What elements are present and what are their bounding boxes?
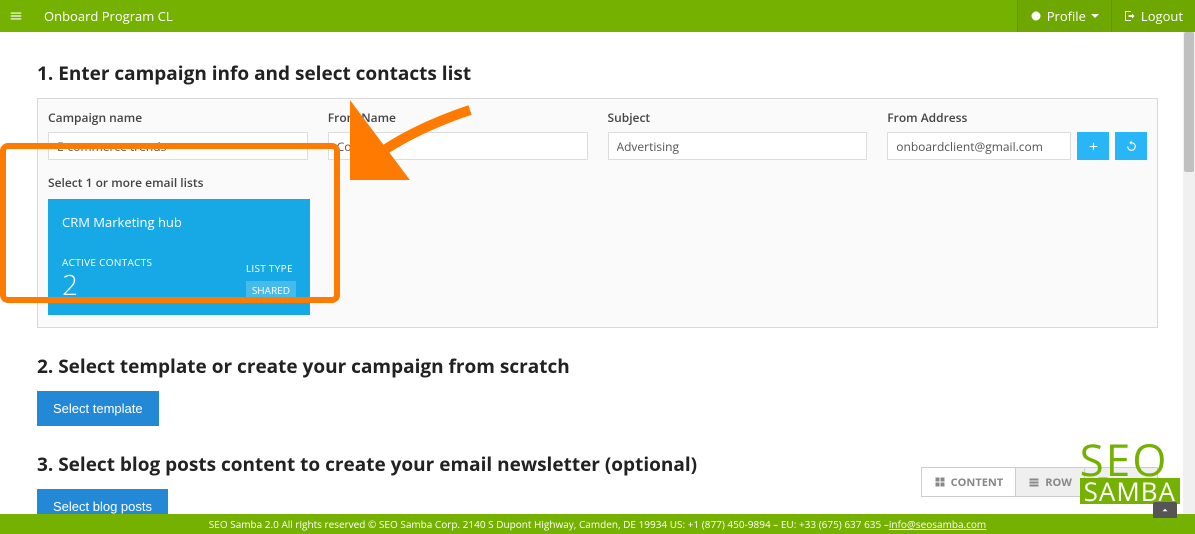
- profile-menu[interactable]: Profile: [1017, 0, 1111, 32]
- email-list-card[interactable]: CRM Marketing hub ACTIVE CONTACTS 2 LIST…: [48, 199, 310, 315]
- select-blog-posts-button[interactable]: Select blog posts: [37, 489, 168, 517]
- subject-input[interactable]: [608, 132, 868, 160]
- campaign-name-input[interactable]: [48, 132, 308, 160]
- refresh-icon: [1125, 140, 1138, 153]
- from-address-select[interactable]: onboardclient@gmail.com: [887, 132, 1071, 160]
- topbar: Onboard Program CL Profile Logout: [0, 0, 1195, 32]
- refresh-address-button[interactable]: [1115, 132, 1147, 160]
- section-1-heading: 1. Enter campaign info and select contac…: [37, 60, 1158, 86]
- campaign-form-box: Campaign name From Name Subject From Add…: [37, 98, 1158, 328]
- grid-icon: [934, 476, 946, 488]
- footer: SEO Samba 2.0 All rights reserved © SEO …: [0, 514, 1195, 534]
- add-address-button[interactable]: [1077, 132, 1109, 160]
- logout-label: Logout: [1141, 7, 1183, 25]
- rows-icon: [1028, 476, 1040, 488]
- profile-label: Profile: [1047, 7, 1086, 25]
- subject-label: Subject: [608, 109, 868, 126]
- logout-button[interactable]: Logout: [1111, 0, 1195, 32]
- select-template-button[interactable]: Select template: [37, 391, 159, 426]
- tab-row[interactable]: ROW: [1015, 468, 1084, 496]
- hamburger-menu-button[interactable]: [0, 0, 32, 32]
- chevron-up-icon: [1159, 505, 1171, 515]
- footer-text: SEO Samba 2.0 All rights reserved © SEO …: [209, 517, 889, 531]
- scrollbar-thumb[interactable]: [1184, 32, 1194, 172]
- from-name-label: From Name: [328, 109, 588, 126]
- list-type-label: LIST TYPE: [246, 261, 293, 275]
- campaign-name-label: Campaign name: [48, 109, 308, 126]
- app-title: Onboard Program CL: [32, 7, 185, 25]
- vertical-scrollbar[interactable]: [1183, 32, 1195, 514]
- email-lists-label: Select 1 or more email lists: [48, 174, 1147, 191]
- tab-content[interactable]: CONTENT: [922, 468, 1016, 496]
- list-type-badge: SHARED: [246, 281, 296, 299]
- from-name-input[interactable]: [328, 132, 588, 160]
- footer-email-link[interactable]: info@seosamba.com: [889, 517, 986, 531]
- page-content: 1. Enter campaign info and select contac…: [12, 32, 1183, 517]
- caret-down-icon: [1091, 14, 1099, 18]
- tab-content-label: CONTENT: [951, 475, 1004, 490]
- plus-icon: [1087, 140, 1100, 153]
- section-2-heading: 2. Select template or create your campai…: [37, 353, 1158, 379]
- email-list-title: CRM Marketing hub: [62, 213, 296, 231]
- active-contacts-value: 2: [62, 271, 152, 299]
- scroll-to-top-button[interactable]: [1153, 502, 1177, 518]
- from-address-label: From Address: [887, 109, 1147, 126]
- tab-row-label: ROW: [1045, 475, 1072, 490]
- brand-logo: SEO SAMBA: [1080, 441, 1180, 504]
- logo-line2: SAMBA: [1080, 478, 1180, 504]
